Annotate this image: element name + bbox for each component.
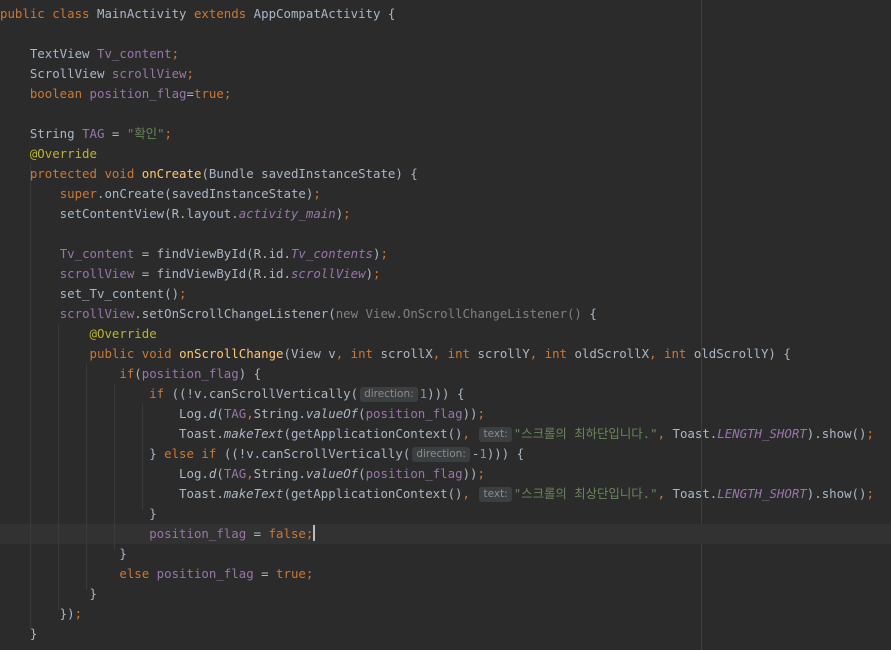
- code-line: ScrollView scrollView;: [0, 66, 194, 81]
- code-line: protected void onCreate(Bundle savedInst…: [29, 166, 418, 181]
- code-line: });: [0, 606, 83, 621]
- code-line: Tv_content = findViewById(R.id.Tv_conten…: [59, 246, 388, 261]
- code-line: super.onCreate(savedInstanceState);: [59, 186, 321, 201]
- code-line: public void onScrollChange(View v, int s…: [89, 346, 791, 361]
- code-line: if(position_flag) {: [119, 366, 262, 381]
- parameter-hint: direction:: [412, 447, 470, 462]
- parameter-hint: text:: [479, 487, 512, 502]
- code-line: if ((!v.canScrollVertically(direction: 1)…: [149, 386, 465, 402]
- code-line: }: [0, 546, 127, 561]
- code-line: }: [0, 586, 97, 601]
- code-line: }: [0, 626, 38, 641]
- code-line: String TAG = "확인";: [0, 126, 173, 141]
- code-line: else position_flag = true;: [119, 566, 314, 581]
- code-line: scrollView = findViewById(R.id.scrollVie…: [59, 266, 381, 281]
- code-line: setContentView(R.layout.activity_main);: [0, 206, 351, 221]
- code-line: public class MainActivity extends AppCom…: [0, 6, 396, 21]
- right-margin-guide: [701, 0, 702, 650]
- code-line: Log.d(TAG,String.valueOf(position_flag))…: [0, 466, 485, 481]
- parameter-hint: direction:: [360, 387, 418, 402]
- code-line-current[interactable]: position_flag = false;: [0, 524, 316, 544]
- text-caret: [313, 525, 316, 541]
- toast-string: "스크롤의 최하단입니다.": [513, 426, 658, 441]
- code-line: scrollView.setOnScrollChangeListener(new…: [59, 306, 597, 321]
- code-line: } else if ((!v.canScrollVertically(direc…: [0, 446, 525, 462]
- code-line: set_Tv_content();: [0, 286, 187, 301]
- parameter-hint: text:: [479, 427, 512, 442]
- code-line: Toast.makeText(getApplicationContext(), …: [0, 426, 874, 442]
- code-line: @Override: [89, 326, 157, 341]
- code-line: @Override: [29, 146, 97, 161]
- tag-string: "확인": [126, 126, 165, 141]
- code-line: Toast.makeText(getApplicationContext(), …: [0, 486, 874, 502]
- code-line: TextView Tv_content;: [0, 46, 180, 61]
- code-line: boolean position_flag=true;: [29, 86, 232, 101]
- toast-string: "스크롤의 최상단입니다.": [513, 486, 658, 501]
- code-line: Log.d(TAG,String.valueOf(position_flag))…: [0, 406, 485, 421]
- code-line: }: [0, 506, 157, 521]
